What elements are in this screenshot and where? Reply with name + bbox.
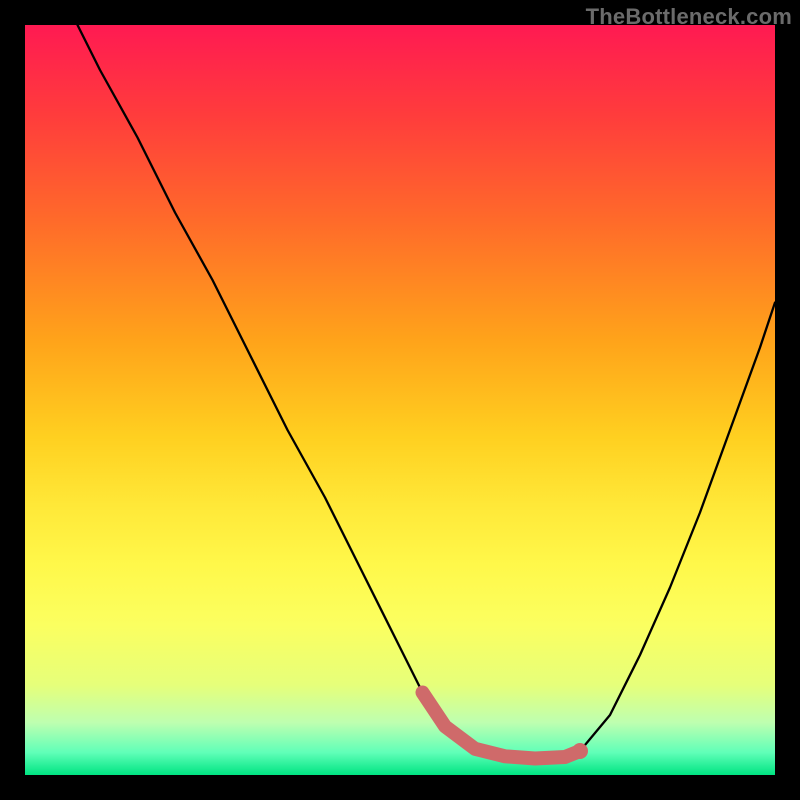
highlight-segment: [423, 693, 581, 759]
bottleneck-curve: [78, 25, 776, 759]
plot-area: [25, 25, 775, 775]
chart-frame: TheBottleneck.com: [0, 0, 800, 800]
curve-layer: [25, 25, 775, 775]
highlight-end-dot: [572, 743, 588, 759]
watermark-label: TheBottleneck.com: [586, 4, 792, 30]
